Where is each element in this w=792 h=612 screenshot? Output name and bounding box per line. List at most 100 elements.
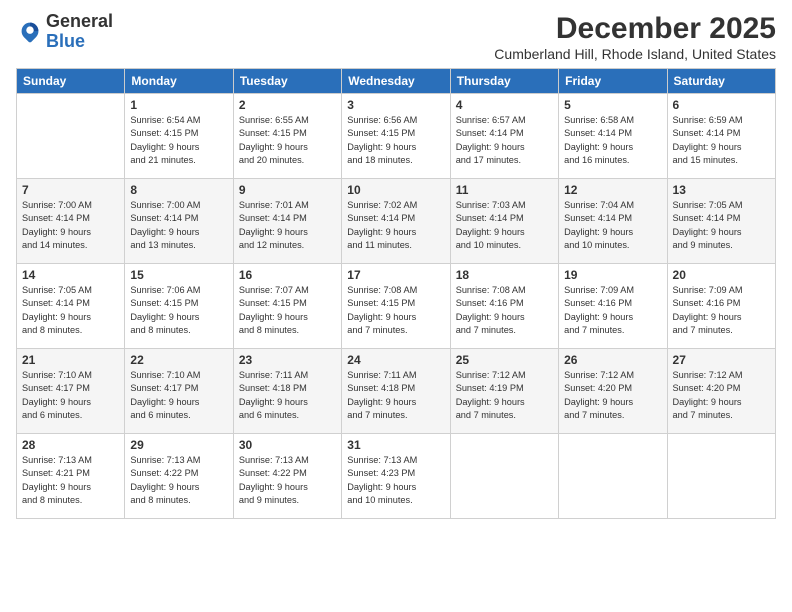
day-number: 10 — [347, 183, 444, 197]
calendar-cell: 9 Sunrise: 7:01 AM Sunset: 4:14 PM Daylig… — [233, 179, 341, 264]
day-info: Sunrise: 7:13 AM Sunset: 4:22 PM Dayligh… — [239, 454, 336, 507]
calendar-cell: 15 Sunrise: 7:06 AM Sunset: 4:15 PM Dayli… — [125, 264, 233, 349]
calendar-week-row: 1 Sunrise: 6:54 AM Sunset: 4:15 PM Daylig… — [17, 94, 776, 179]
calendar-cell: 31 Sunrise: 7:13 AM Sunset: 4:23 PM Dayli… — [342, 434, 450, 519]
day-info: Sunrise: 7:03 AM Sunset: 4:14 PM Dayligh… — [456, 199, 553, 252]
day-info: Sunrise: 7:08 AM Sunset: 4:15 PM Dayligh… — [347, 284, 444, 337]
weekday-header-cell: Thursday — [450, 69, 558, 94]
day-number: 28 — [22, 438, 119, 452]
day-number: 14 — [22, 268, 119, 282]
day-info: Sunrise: 7:10 AM Sunset: 4:17 PM Dayligh… — [130, 369, 227, 422]
calendar-week-row: 21 Sunrise: 7:10 AM Sunset: 4:17 PM Dayli… — [17, 349, 776, 434]
weekday-header-cell: Friday — [559, 69, 667, 94]
day-info: Sunrise: 7:00 AM Sunset: 4:14 PM Dayligh… — [130, 199, 227, 252]
calendar-cell: 29Sunrise: 7:13 AM Sunset: 4:22 PM Dayli… — [125, 434, 233, 519]
weekday-header-row: SundayMondayTuesdayWednesdayThursdayFrid… — [17, 69, 776, 94]
day-number: 24 — [347, 353, 444, 367]
month-title: December 2025 — [494, 12, 776, 46]
calendar-cell: 28 Sunrise: 7:13 AM Sunset: 4:21 PM Dayli… — [17, 434, 125, 519]
calendar-page: General Blue December 2025 Cumberland Hi… — [0, 0, 792, 612]
calendar-cell: 27 Sunrise: 7:12 AM Sunset: 4:20 PM Dayli… — [667, 349, 775, 434]
day-number: 20 — [673, 268, 770, 282]
calendar-cell: 12Sunrise: 7:04 AM Sunset: 4:14 PM Dayli… — [559, 179, 667, 264]
day-info: Sunrise: 7:01 AM Sunset: 4:14 PM Dayligh… — [239, 199, 336, 252]
calendar-cell: 22Sunrise: 7:10 AM Sunset: 4:17 PM Dayli… — [125, 349, 233, 434]
day-number: 30 — [239, 438, 336, 452]
day-number: 21 — [22, 353, 119, 367]
day-info: Sunrise: 6:57 AM Sunset: 4:14 PM Dayligh… — [456, 114, 553, 167]
calendar-cell: 16Sunrise: 7:07 AM Sunset: 4:15 PM Dayli… — [233, 264, 341, 349]
day-number: 2 — [239, 98, 336, 112]
day-info: Sunrise: 6:59 AM Sunset: 4:14 PM Dayligh… — [673, 114, 770, 167]
weekday-header-cell: Tuesday — [233, 69, 341, 94]
calendar-cell: 2 Sunrise: 6:55 AM Sunset: 4:15 PM Daylig… — [233, 94, 341, 179]
day-number: 8 — [130, 183, 227, 197]
day-info: Sunrise: 7:05 AM Sunset: 4:14 PM Dayligh… — [22, 284, 119, 337]
calendar-cell: 26 Sunrise: 7:12 AM Sunset: 4:20 PM Dayli… — [559, 349, 667, 434]
calendar-cell: 17 Sunrise: 7:08 AM Sunset: 4:15 PM Dayli… — [342, 264, 450, 349]
calendar-table: SundayMondayTuesdayWednesdayThursdayFrid… — [16, 68, 776, 519]
day-info: Sunrise: 7:12 AM Sunset: 4:20 PM Dayligh… — [564, 369, 661, 422]
calendar-cell: 4 Sunrise: 6:57 AM Sunset: 4:14 PM Daylig… — [450, 94, 558, 179]
day-info: Sunrise: 7:05 AM Sunset: 4:14 PM Dayligh… — [673, 199, 770, 252]
calendar-body: 1 Sunrise: 6:54 AM Sunset: 4:15 PM Daylig… — [17, 94, 776, 519]
day-info: Sunrise: 7:04 AM Sunset: 4:14 PM Dayligh… — [564, 199, 661, 252]
logo-icon — [16, 18, 44, 46]
day-number: 26 — [564, 353, 661, 367]
weekday-header-cell: Monday — [125, 69, 233, 94]
day-number: 18 — [456, 268, 553, 282]
title-block: December 2025 Cumberland Hill, Rhode Isl… — [494, 12, 776, 62]
day-number: 17 — [347, 268, 444, 282]
logo: General Blue — [16, 12, 113, 52]
day-info: Sunrise: 7:13 AM Sunset: 4:21 PM Dayligh… — [22, 454, 119, 507]
calendar-cell: 8 Sunrise: 7:00 AM Sunset: 4:14 PM Daylig… — [125, 179, 233, 264]
calendar-cell: 19 Sunrise: 7:09 AM Sunset: 4:16 PM Dayli… — [559, 264, 667, 349]
day-number: 4 — [456, 98, 553, 112]
day-number: 13 — [673, 183, 770, 197]
calendar-cell: 10 Sunrise: 7:02 AM Sunset: 4:14 PM Dayli… — [342, 179, 450, 264]
calendar-cell: 18 Sunrise: 7:08 AM Sunset: 4:16 PM Dayli… — [450, 264, 558, 349]
calendar-cell: 13 Sunrise: 7:05 AM Sunset: 4:14 PM Dayli… — [667, 179, 775, 264]
calendar-cell: 20Sunrise: 7:09 AM Sunset: 4:16 PM Dayli… — [667, 264, 775, 349]
weekday-header-cell: Wednesday — [342, 69, 450, 94]
day-number: 19 — [564, 268, 661, 282]
day-info: Sunrise: 7:08 AM Sunset: 4:16 PM Dayligh… — [456, 284, 553, 337]
day-info: Sunrise: 6:56 AM Sunset: 4:15 PM Dayligh… — [347, 114, 444, 167]
day-info: Sunrise: 7:13 AM Sunset: 4:22 PM Dayligh… — [130, 454, 227, 507]
day-info: Sunrise: 7:09 AM Sunset: 4:16 PM Dayligh… — [564, 284, 661, 337]
calendar-cell: 11 Sunrise: 7:03 AM Sunset: 4:14 PM Dayli… — [450, 179, 558, 264]
calendar-cell: 25 Sunrise: 7:12 AM Sunset: 4:19 PM Dayli… — [450, 349, 558, 434]
day-info: Sunrise: 7:12 AM Sunset: 4:19 PM Dayligh… — [456, 369, 553, 422]
day-info: Sunrise: 6:54 AM Sunset: 4:15 PM Dayligh… — [130, 114, 227, 167]
calendar-cell: 21Sunrise: 7:10 AM Sunset: 4:17 PM Dayli… — [17, 349, 125, 434]
day-number: 1 — [130, 98, 227, 112]
day-number: 23 — [239, 353, 336, 367]
day-info: Sunrise: 6:55 AM Sunset: 4:15 PM Dayligh… — [239, 114, 336, 167]
calendar-cell — [450, 434, 558, 519]
day-number: 31 — [347, 438, 444, 452]
calendar-cell: 23Sunrise: 7:11 AM Sunset: 4:18 PM Dayli… — [233, 349, 341, 434]
day-number: 3 — [347, 98, 444, 112]
weekday-header-cell: Sunday — [17, 69, 125, 94]
day-info: Sunrise: 7:00 AM Sunset: 4:14 PM Dayligh… — [22, 199, 119, 252]
day-info: Sunrise: 7:13 AM Sunset: 4:23 PM Dayligh… — [347, 454, 444, 507]
day-number: 7 — [22, 183, 119, 197]
day-info: Sunrise: 7:12 AM Sunset: 4:20 PM Dayligh… — [673, 369, 770, 422]
day-number: 27 — [673, 353, 770, 367]
calendar-week-row: 7 Sunrise: 7:00 AM Sunset: 4:14 PM Daylig… — [17, 179, 776, 264]
day-info: Sunrise: 7:06 AM Sunset: 4:15 PM Dayligh… — [130, 284, 227, 337]
calendar-cell — [559, 434, 667, 519]
day-number: 25 — [456, 353, 553, 367]
calendar-cell: 3 Sunrise: 6:56 AM Sunset: 4:15 PM Daylig… — [342, 94, 450, 179]
day-number: 15 — [130, 268, 227, 282]
calendar-cell — [667, 434, 775, 519]
day-number: 11 — [456, 183, 553, 197]
location-title: Cumberland Hill, Rhode Island, United St… — [494, 46, 776, 62]
calendar-cell: 14 Sunrise: 7:05 AM Sunset: 4:14 PM Dayli… — [17, 264, 125, 349]
day-number: 9 — [239, 183, 336, 197]
day-info: Sunrise: 6:58 AM Sunset: 4:14 PM Dayligh… — [564, 114, 661, 167]
day-info: Sunrise: 7:02 AM Sunset: 4:14 PM Dayligh… — [347, 199, 444, 252]
calendar-week-row: 28 Sunrise: 7:13 AM Sunset: 4:21 PM Dayli… — [17, 434, 776, 519]
day-number: 5 — [564, 98, 661, 112]
calendar-cell: 24Sunrise: 7:11 AM Sunset: 4:18 PM Dayli… — [342, 349, 450, 434]
